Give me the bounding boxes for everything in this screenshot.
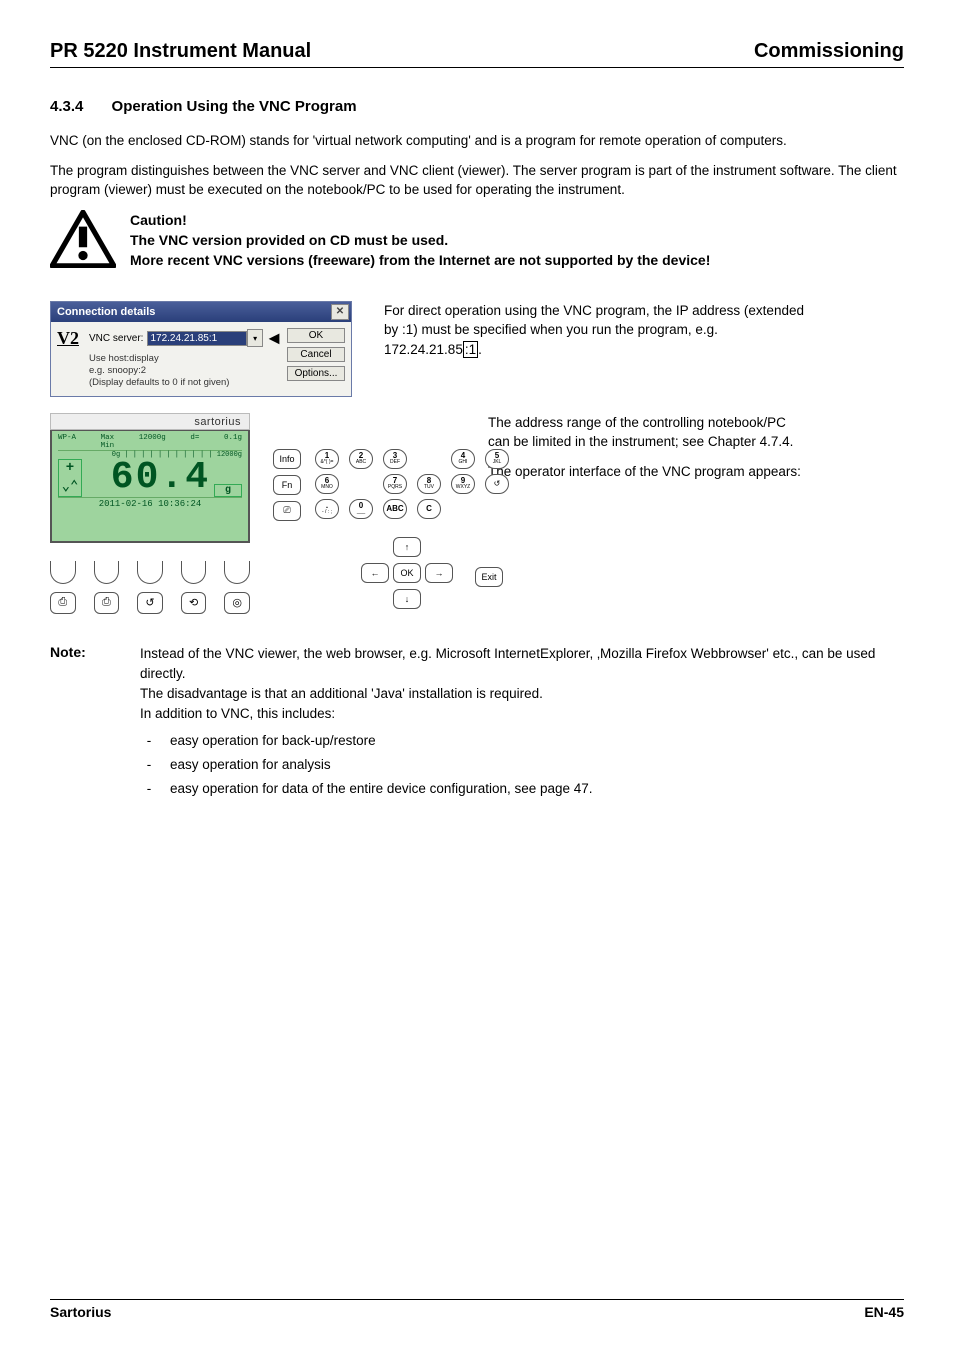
dialog-title: Connection details (57, 306, 155, 318)
vnc-server-input[interactable]: 172.24.21.85:1 (147, 331, 247, 346)
dialog-close-button[interactable]: ✕ (331, 304, 349, 320)
nav-down[interactable]: ↓ (393, 589, 421, 609)
device-side-text: The address range of the controlling not… (488, 413, 808, 492)
paragraph-1: VNC (on the enclosed CD-ROM) stands for … (50, 131, 904, 151)
key-8[interactable]: 8TUV (417, 474, 441, 494)
dialog-side-text: For direct operation using the VNC progr… (384, 301, 804, 360)
dialog-options-button[interactable]: Options... (287, 366, 345, 381)
info-button[interactable]: Info (273, 449, 301, 469)
softkey-1[interactable] (50, 561, 76, 584)
softkey-3[interactable] (137, 561, 163, 584)
footer-right: EN-45 (864, 1304, 904, 1320)
key-6[interactable]: 6MNO (315, 474, 339, 494)
footer-left: Sartorius (50, 1304, 111, 1320)
header-left: PR 5220 Instrument Manual (50, 40, 311, 63)
plus-icon: + (66, 460, 74, 476)
dialog-cancel-button[interactable]: Cancel (287, 347, 345, 362)
dialog-hint3: (Display defaults to 0 if not given) (89, 377, 283, 389)
zero-icon-button[interactable]: ⟲ (181, 592, 207, 614)
nav-right[interactable]: → (425, 563, 453, 583)
softkey-4[interactable] (181, 561, 207, 584)
lang-button[interactable]: ⎚ (273, 501, 301, 521)
tare-icon-button[interactable]: ↺ (137, 592, 163, 614)
warning-icon (50, 210, 120, 271)
section-number: 4.3.4 (50, 98, 83, 115)
key-1[interactable]: 1&*( )= (315, 449, 339, 469)
key-0[interactable]: 0___ (349, 499, 373, 519)
key-3[interactable]: 3DEF (383, 449, 407, 469)
caution-title: Caution! (130, 210, 710, 230)
nav-up[interactable]: ↑ (393, 537, 421, 557)
exit-button[interactable]: Exit (475, 567, 503, 587)
note-label: Note: (50, 644, 140, 660)
softkey-2[interactable] (94, 561, 120, 584)
dialog-hint1: Use host:display (89, 353, 283, 365)
page-footer: Sartorius EN-45 (50, 1299, 904, 1320)
lock-icon-button[interactable]: ⎙ (50, 592, 76, 614)
section-heading: 4.3.4 Operation Using the VNC Program (50, 98, 904, 115)
header-right: Commissioning (754, 40, 904, 63)
fn-button[interactable]: Fn (273, 475, 301, 495)
key-c[interactable]: C (417, 499, 441, 519)
note-body: Instead of the VNC viewer, the web brows… (140, 644, 904, 804)
key-7[interactable]: 7PQRS (383, 474, 407, 494)
note-item-2: easy operation for analysis (170, 755, 331, 775)
page-header: PR 5220 Instrument Manual Commissioning (50, 40, 904, 68)
key-stop[interactable]: ↺ (485, 474, 509, 494)
key-9[interactable]: 9WXYZ (451, 474, 475, 494)
section-title: Operation Using the VNC Program (112, 98, 357, 115)
key-2[interactable]: 2ABC (349, 449, 373, 469)
ip-suffix-highlight: :1 (463, 341, 478, 358)
note-item-3: easy operation for data of the entire de… (170, 779, 593, 799)
wave-icon: ⌄⌃ (62, 478, 79, 495)
power-icon-button[interactable]: ◎ (224, 592, 250, 614)
caution-line1: The VNC version provided on CD must be u… (130, 230, 710, 250)
paragraph-2: The program distinguishes between the VN… (50, 161, 904, 200)
softkey-5[interactable] (224, 561, 250, 584)
dialog-hint2: e.g. snoopy:2 (89, 365, 283, 377)
device-brand-label: sartorius (50, 413, 250, 430)
vnc-server-label: VNC server: (89, 333, 143, 344)
key-dot[interactable]: .- / : ; (315, 499, 339, 519)
caution-line2: More recent VNC versions (freeware) from… (130, 250, 710, 270)
nav-ok[interactable]: OK (393, 563, 421, 583)
note-item-1: easy operation for back-up/restore (170, 731, 376, 751)
vnc-logo-icon: V2 (57, 328, 85, 390)
device-lcd: WP-A MaxMin 12000g d= 0.1g 0g | | | | | … (50, 430, 250, 543)
nav-left[interactable]: ← (361, 563, 389, 583)
vnc-server-dropdown[interactable]: ▾ (247, 329, 263, 347)
key-5[interactable]: 5JKL (485, 449, 509, 469)
device-interface-figure: sartorius WP-A MaxMin 12000g d= 0.1g 0g … (50, 413, 470, 614)
copy-icon-button[interactable]: ⎙ (94, 592, 120, 614)
key-4[interactable]: 4GHI (451, 449, 475, 469)
dialog-ok-button[interactable]: OK (287, 328, 345, 343)
vnc-connection-dialog: Connection details ✕ V2 VNC server: 172.… (50, 301, 352, 397)
arrow-annotation-icon: ◄ (265, 328, 283, 349)
caution-block: Caution! The VNC version provided on CD … (50, 210, 904, 271)
key-abc[interactable]: ABC (383, 499, 407, 519)
